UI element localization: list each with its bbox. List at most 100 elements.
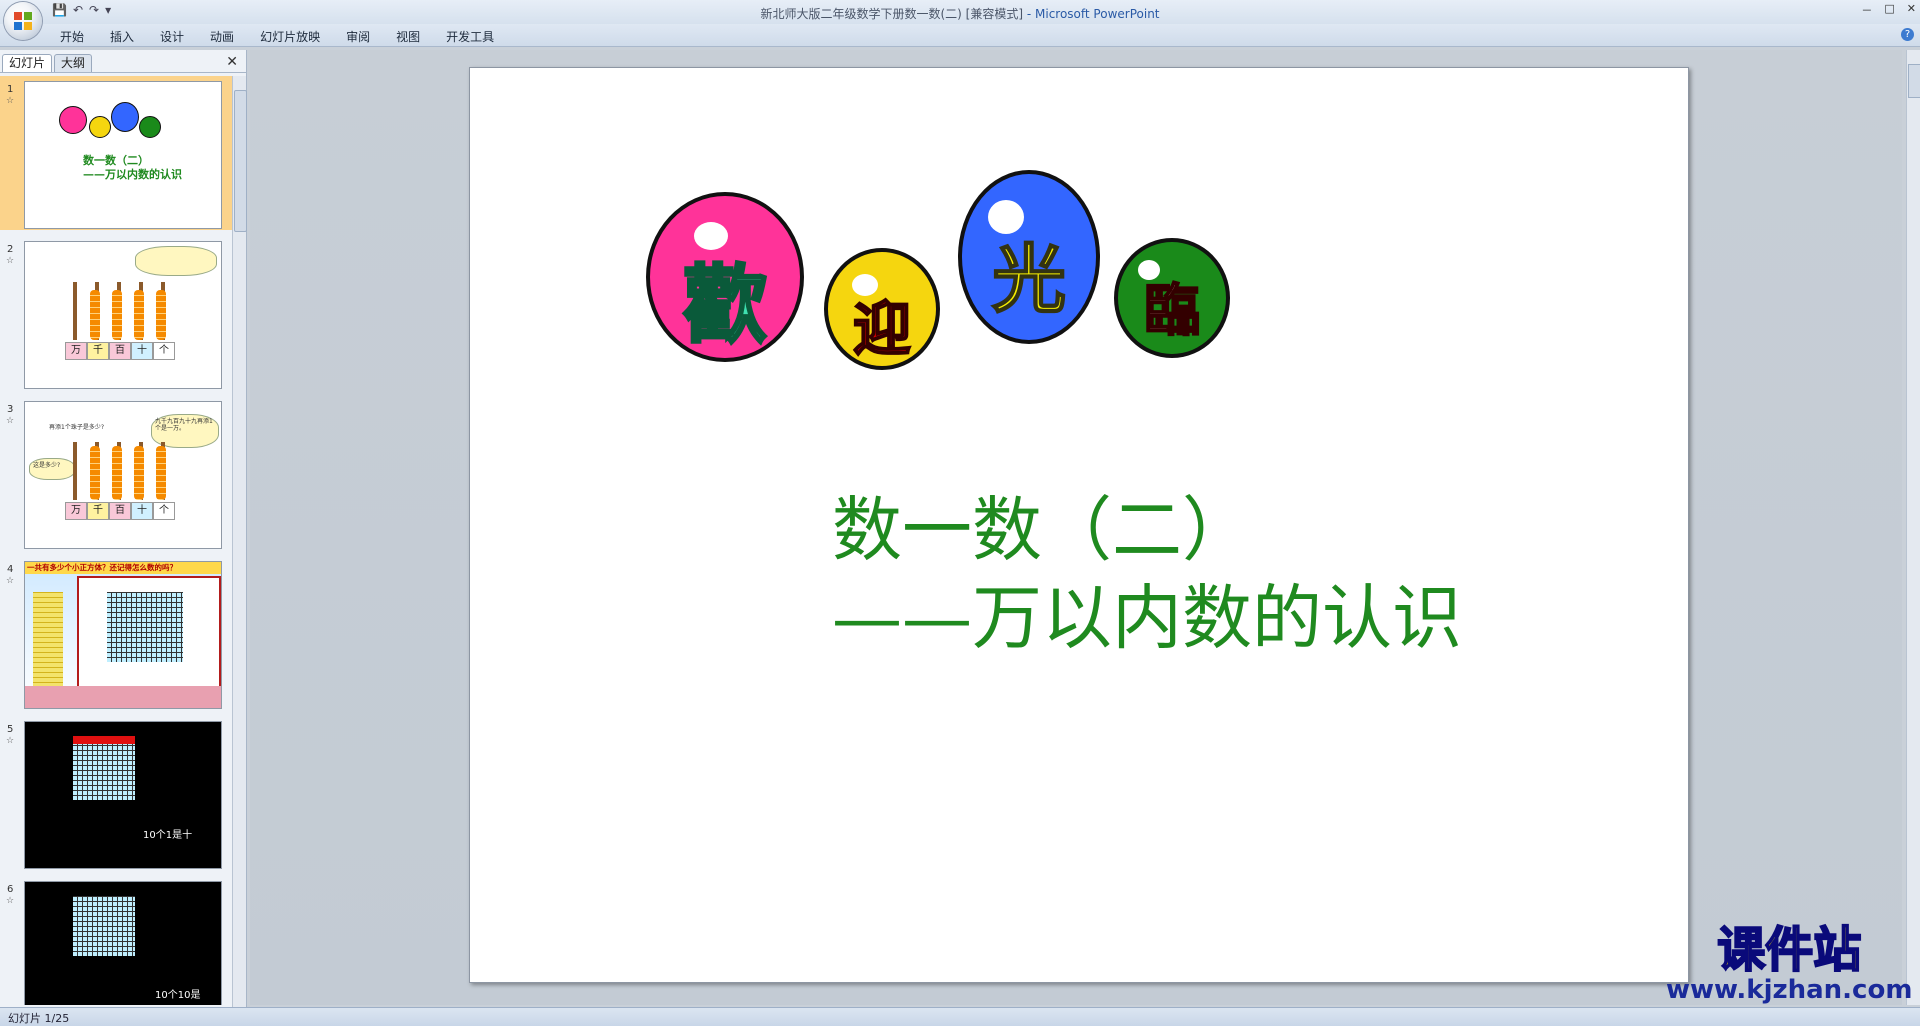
tab-developer[interactable]: 开发工具: [446, 28, 508, 45]
slide-number: 3: [7, 404, 14, 415]
thumb-ball-2: [89, 116, 111, 138]
scrollbar-thumb[interactable]: [1908, 64, 1920, 98]
abacus-beads: [112, 446, 122, 500]
editor-scrollbar[interactable]: [1906, 50, 1920, 1005]
slide-number: 2: [7, 244, 14, 255]
thumb-ball-3: [111, 102, 139, 132]
slide-thumbnail-1[interactable]: 1 ☆ 数一数（二） ——万以内数的认识: [0, 76, 232, 230]
hundred-grid: [73, 744, 135, 800]
thumb-subtitle: ——万以内数的认识: [83, 168, 182, 181]
thumbnail-canvas: 万 千 百 十 个: [24, 241, 222, 389]
tab-slides[interactable]: 幻灯片: [2, 54, 53, 72]
tab-outline[interactable]: 大纲: [54, 54, 93, 72]
slide-counter: 幻灯片 1/25: [8, 1012, 70, 1025]
document-title: 新北师大版二年级数学下册数一数(二) [兼容模式]: [760, 7, 1024, 21]
abacus-beads: [156, 290, 166, 340]
current-slide[interactable]: 歡 迎 光 臨 数一数（二） ——万以内数的认识: [469, 67, 1689, 983]
thumbnail-canvas: 10个1是十: [24, 721, 222, 869]
place-label-box: 百: [109, 342, 131, 360]
slide-thumbnails: 1 ☆ 数一数（二） ——万以内数的认识 2 ☆ 万 千 百 十 个 3 ☆ 再…: [0, 76, 232, 1005]
place-label-box: 千: [87, 502, 109, 520]
window-title: 新北师大版二年级数学下册数一数(二) [兼容模式] - Microsoft Po…: [0, 5, 1920, 22]
ball-huan: 歡: [646, 192, 804, 362]
abacus-beads: [90, 290, 100, 340]
abacus-beads: [134, 290, 144, 340]
slide-thumbnail-5[interactable]: 5 ☆ 10个1是十: [0, 716, 232, 870]
scrollbar-thumb[interactable]: [234, 90, 247, 232]
thumb-caption: 10个1是十: [143, 830, 193, 841]
place-label-box: 个: [153, 502, 175, 520]
ribbon-tabs: 开始 插入 设计 动画 幻灯片放映 审阅 视图 开发工具: [60, 28, 520, 45]
place-label-box: 万: [65, 342, 87, 360]
thumb-caption: 一共有多少个小正方体？还记得怎么数的吗？: [25, 562, 221, 574]
abacus-beads: [90, 446, 100, 500]
thumbnail-canvas: 再添1个珠子是多少? 这是多少? 九千九百九十九再添1个是一万。 万 千 百 十…: [24, 401, 222, 549]
thumbnail-canvas: 数一数（二） ——万以内数的认识: [24, 81, 222, 229]
app-name: Microsoft PowerPoint: [1035, 7, 1160, 21]
slides-panel: 幻灯片 大纲 ✕ 1 ☆ 数一数（二） ——万以内数的认识 2 ☆ 万 千 百 …: [0, 50, 247, 1007]
place-label-box: 十: [131, 342, 153, 360]
watermark-title: 课件站: [1716, 922, 1862, 978]
slide-thumbnail-2[interactable]: 2 ☆ 万 千 百 十 个: [0, 236, 232, 390]
slide-number: 4: [7, 564, 14, 575]
ball-ying: 迎: [824, 248, 940, 370]
help-icon[interactable]: ?: [1901, 28, 1914, 41]
watermark-url: www.kjzhan.com: [1666, 975, 1913, 1006]
ground-image: [25, 686, 221, 708]
cube-image: [107, 592, 183, 662]
slide-thumbnail-3[interactable]: 3 ☆ 再添1个珠子是多少? 这是多少? 九千九百九十九再添1个是一万。 万 千…: [0, 396, 232, 550]
minimize-button[interactable]: －: [1861, 2, 1872, 18]
tab-review[interactable]: 审阅: [346, 28, 384, 45]
slide-number: 1: [7, 84, 14, 95]
thought-bubble: [135, 246, 217, 276]
office-button[interactable]: [4, 2, 42, 40]
slide-number: 5: [7, 724, 14, 735]
close-button[interactable]: ✕: [1907, 2, 1916, 18]
animation-icon: ☆: [6, 736, 15, 746]
ball-char: 光: [991, 236, 1067, 324]
tab-design[interactable]: 设计: [160, 28, 198, 45]
slide-editor: 歡 迎 光 臨 数一数（二） ——万以内数的认识: [250, 50, 1902, 1005]
thumb-ball-4: [139, 116, 161, 138]
abacus-rod: [73, 282, 77, 340]
tab-view[interactable]: 视图: [396, 28, 434, 45]
slide-subtitle[interactable]: ——万以内数的认识: [832, 576, 1462, 660]
abacus-beads: [134, 446, 144, 500]
slide-title[interactable]: 数一数（二）: [832, 488, 1252, 572]
office-logo-icon: [14, 12, 32, 30]
animation-icon: ☆: [6, 416, 15, 426]
abacus-beads: [112, 290, 122, 340]
ball-lin: 臨: [1114, 238, 1230, 358]
thumb-caption: 10个10是: [155, 990, 201, 1001]
watermark-logo: 课件站 www.kjzhan.com: [1666, 922, 1913, 1006]
abacus-beads: [156, 446, 166, 500]
ball-char: 臨: [1143, 277, 1201, 345]
left-bubble: 这是多少?: [29, 458, 75, 480]
thumbnail-canvas: 10个10是: [24, 881, 222, 1005]
place-label-box: 个: [153, 342, 175, 360]
maximize-button[interactable]: □: [1884, 2, 1894, 18]
status-bar: 幻灯片 1/25: [0, 1007, 1920, 1026]
hundred-grid: [73, 896, 135, 956]
title-bar: 💾 ↶ ↷ ▾ 新北师大版二年级数学下册数一数(二) [兼容模式] - Micr…: [0, 0, 1920, 40]
slide-number: 6: [7, 884, 14, 895]
place-label-box: 百: [109, 502, 131, 520]
slide-thumbnail-6[interactable]: 6 ☆ 10个10是: [0, 876, 232, 1005]
tab-insert[interactable]: 插入: [110, 28, 148, 45]
ball-guang: 光: [958, 170, 1100, 344]
thumbnails-scrollbar[interactable]: [232, 76, 247, 1007]
window-controls: － □ ✕: [1861, 2, 1916, 18]
close-panel-icon[interactable]: ✕: [226, 54, 238, 70]
building-image: [33, 592, 63, 692]
thumb-ball-1: [59, 106, 87, 134]
tab-animations[interactable]: 动画: [210, 28, 248, 45]
place-label-box: 十: [131, 502, 153, 520]
tab-slideshow[interactable]: 幻灯片放映: [260, 28, 334, 45]
thumb-note: 再添1个珠子是多少?: [49, 424, 105, 431]
animation-icon: ☆: [6, 576, 15, 586]
red-bar: [73, 736, 135, 744]
panel-tabs: 幻灯片 大纲 ✕: [0, 52, 246, 73]
thumbnail-canvas: 一共有多少个小正方体？还记得怎么数的吗？: [24, 561, 222, 709]
slide-thumbnail-4[interactable]: 4 ☆ 一共有多少个小正方体？还记得怎么数的吗？: [0, 556, 232, 710]
tab-home[interactable]: 开始: [60, 28, 98, 45]
